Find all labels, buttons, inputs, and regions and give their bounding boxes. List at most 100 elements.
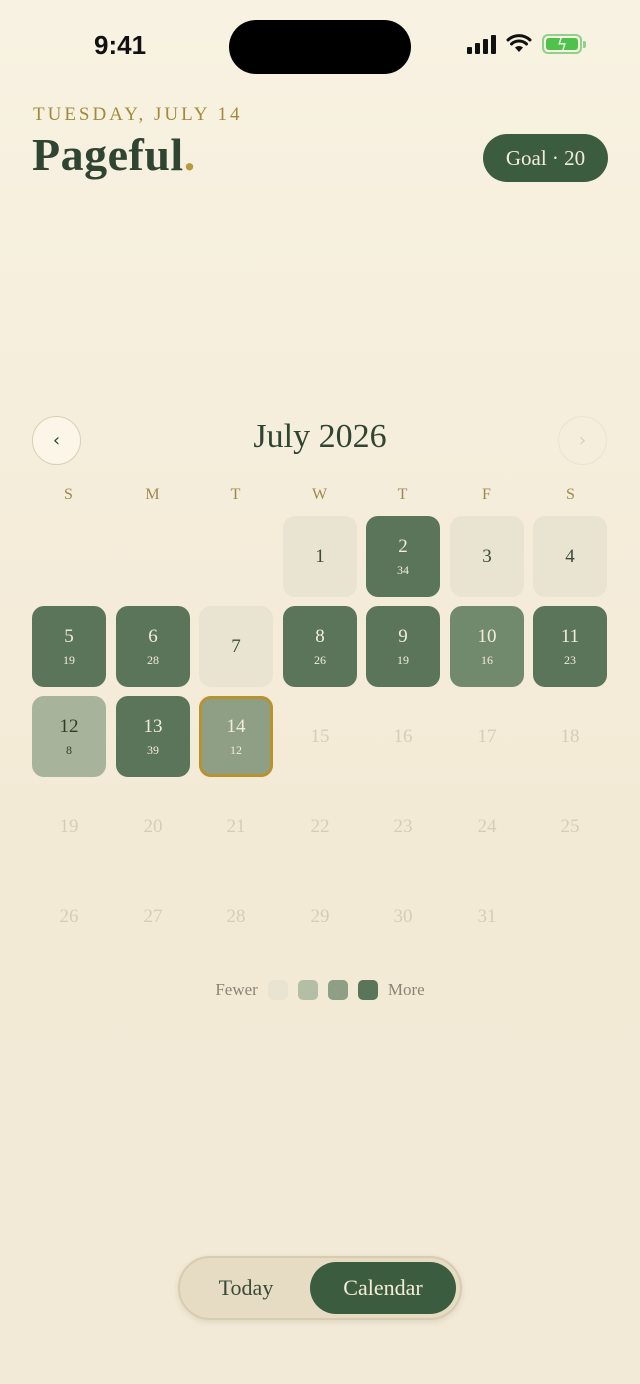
weekday-friday: F: [482, 486, 492, 503]
day-number: 28: [226, 905, 246, 927]
day-number: 24: [477, 815, 497, 837]
day-number: 2: [398, 535, 408, 557]
battery-charging-icon: ϟ: [542, 34, 586, 54]
day-number: 27: [143, 905, 163, 927]
weekday-wednesday: W: [311, 486, 329, 503]
app-title-dot: .: [183, 129, 196, 180]
calendar-day-8[interactable]: 8 26: [283, 606, 357, 687]
day-number: 9: [398, 625, 408, 647]
tab-calendar[interactable]: Calendar: [310, 1262, 456, 1314]
day-page-count: 39: [147, 742, 159, 757]
day-number: 16: [393, 725, 413, 747]
day-number: 3: [482, 545, 492, 567]
day-number: 13: [143, 715, 163, 737]
day-number: 8: [315, 625, 325, 647]
calendar-grid: 1 2 34 3 4 5 19 6 28 7 8 26 9 19 10 16 11 23 12 8 13 39 14 12 15…: [32, 516, 608, 966]
month-title: July 2026: [253, 418, 387, 455]
day-page-count: 34: [397, 562, 409, 577]
day-page-count: 19: [397, 652, 409, 667]
calendar-day-7[interactable]: 7: [199, 606, 273, 687]
chevron-right-icon: ›: [578, 430, 587, 451]
day-number: 17: [477, 725, 497, 747]
day-page-count: 16: [481, 652, 493, 667]
calendar-day-9[interactable]: 9 19: [366, 606, 440, 687]
day-number: 5: [64, 625, 74, 647]
legend-more-label: More: [387, 980, 425, 999]
calendar-day-21: 21: [199, 786, 273, 867]
calendar-day-5[interactable]: 5 19: [32, 606, 106, 687]
calendar-day-29: 29: [283, 876, 357, 957]
calendar-day-11[interactable]: 11 23: [533, 606, 607, 687]
date-eyebrow: TUESDAY, JULY 14: [33, 104, 243, 125]
day-number: 29: [310, 905, 330, 927]
calendar-day-10[interactable]: 10 16: [450, 606, 524, 687]
calendar-day-16: 16: [366, 696, 440, 777]
day-number: 25: [560, 815, 580, 837]
calendar-day-13[interactable]: 13 39: [116, 696, 190, 777]
wifi-icon: [506, 34, 532, 52]
app-title: Pageful.: [32, 128, 196, 181]
legend-swatch-4: [357, 980, 378, 1000]
goal-button[interactable]: Goal · 20: [483, 134, 608, 182]
calendar-day-26: 26: [32, 876, 106, 957]
day-number: 10: [477, 625, 497, 647]
day-number: 4: [565, 545, 575, 567]
weekday-header-row: S M T W T F S: [32, 486, 608, 506]
calendar-day-27: 27: [116, 876, 190, 957]
calendar-day-12[interactable]: 12 8: [32, 696, 106, 777]
day-number: 12: [59, 715, 79, 737]
signal-icon: [467, 34, 496, 54]
app-title-text: Pageful: [32, 129, 184, 180]
day-number: 7: [231, 635, 241, 657]
calendar-day-28: 28: [199, 876, 273, 957]
status-icons: ϟ: [467, 34, 586, 54]
calendar-day-20: 20: [116, 786, 190, 867]
day-number: 15: [310, 725, 330, 747]
calendar-day-6[interactable]: 6 28: [116, 606, 190, 687]
day-number: 6: [148, 625, 158, 647]
calendar-day-31: 31: [450, 876, 524, 957]
calendar-day-22: 22: [283, 786, 357, 867]
calendar-day-3[interactable]: 3: [450, 516, 524, 597]
day-number: 11: [560, 625, 580, 647]
weekday-sunday: S: [64, 486, 74, 503]
day-number: 18: [560, 725, 580, 747]
status-bar: 9:41 ϟ: [0, 0, 640, 96]
calendar-day-19: 19: [32, 786, 106, 867]
day-number: 31: [477, 905, 497, 927]
day-number: 26: [59, 905, 79, 927]
day-number: 19: [59, 815, 79, 837]
calendar-day-4[interactable]: 4: [533, 516, 607, 597]
weekday-thursday: T: [397, 486, 409, 503]
day-page-count: 23: [564, 652, 576, 667]
calendar-day-1[interactable]: 1: [283, 516, 357, 597]
status-time: 9:41: [94, 30, 147, 60]
calendar-day-14[interactable]: 14 12: [199, 696, 273, 777]
calendar-day-23: 23: [366, 786, 440, 867]
tab-today[interactable]: Today: [184, 1262, 308, 1314]
day-page-count: 8: [66, 742, 72, 757]
heatmap-legend: Fewer More: [0, 980, 640, 1000]
day-number: 21: [226, 815, 246, 837]
day-number: 30: [393, 905, 413, 927]
calendar-day-2[interactable]: 2 34: [366, 516, 440, 597]
calendar-day-18: 18: [533, 696, 607, 777]
day-number: 20: [143, 815, 163, 837]
day-number: 22: [310, 815, 330, 837]
weekday-saturday: S: [566, 486, 576, 503]
legend-swatch-1: [267, 980, 288, 1000]
day-number: 14: [226, 715, 246, 737]
day-page-count: 12: [230, 742, 242, 757]
day-number: 23: [393, 815, 413, 837]
calendar-day-15: 15: [283, 696, 357, 777]
legend-swatch-3: [327, 980, 348, 1000]
calendar-day-25: 25: [533, 786, 607, 867]
day-number: 1: [315, 545, 325, 567]
day-page-count: 26: [314, 652, 326, 667]
day-page-count: 28: [147, 652, 159, 667]
dynamic-island: [229, 20, 411, 74]
day-page-count: 19: [63, 652, 75, 667]
calendar-day-24: 24: [450, 786, 524, 867]
next-month-button[interactable]: ›: [558, 416, 607, 465]
calendar-day-30: 30: [366, 876, 440, 957]
